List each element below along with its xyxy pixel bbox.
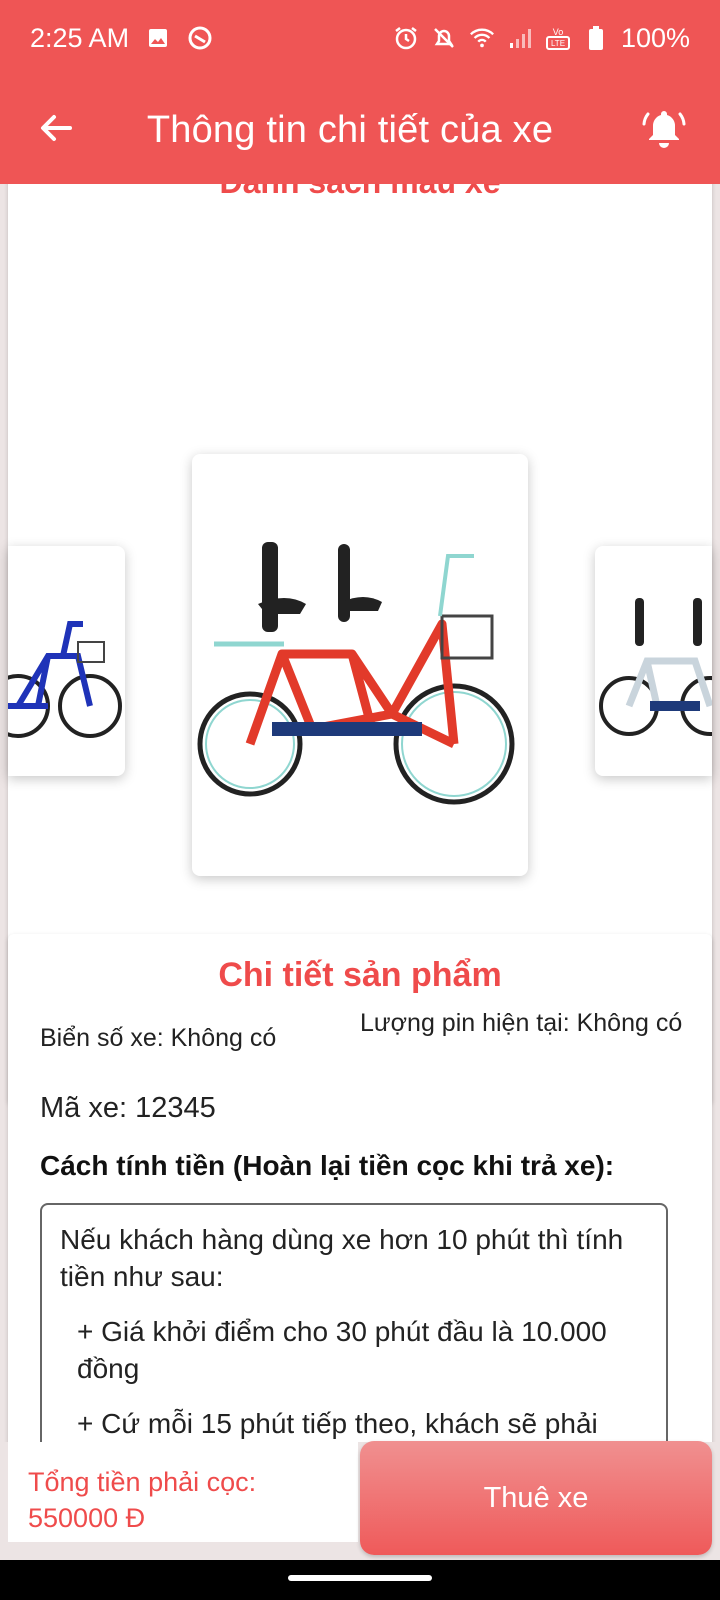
slide-blue-bicycle[interactable] (8, 546, 125, 776)
gallery-title: Danh sách mẫu xe (8, 184, 712, 201)
notification-button[interactable] (608, 76, 720, 184)
app-bar: Thông tin chi tiết của xe (0, 76, 720, 184)
status-time: 2:25 AM (30, 22, 130, 53)
deposit-label: Tổng tiền phải cọc: (28, 1467, 257, 1497)
page-title: Thông tin chi tiết của xe (146, 108, 554, 151)
image-icon (145, 25, 171, 51)
slide-red-tandem-bicycle[interactable] (192, 454, 528, 876)
pricing-description[interactable]: Nếu khách hàng dùng xe hơn 10 phút thì t… (40, 1203, 668, 1442)
product-detail-card: Chi tiết sản phẩm Biển số xe: Không có L… (8, 934, 712, 1442)
bell-off-icon (431, 25, 457, 51)
alarm-icon (393, 25, 419, 51)
pricing-rule: + Cứ mỗi 15 phút tiếp theo, khách sẽ phả… (77, 1408, 598, 1439)
rent-button[interactable]: Thuê xe (360, 1441, 712, 1555)
svg-text:LTE: LTE (551, 39, 565, 48)
battery-info: Lượng pin hiện tại: Không có (360, 1009, 683, 1037)
content-scroll[interactable]: Danh sách mẫu xe (0, 184, 720, 1442)
deposit-panel: Tổng tiền phải cọc: 550000 Đ (8, 1442, 358, 1542)
vehicle-code: Mã xe: 12345 (40, 1092, 216, 1124)
slide-white-tandem-bicycle[interactable] (595, 546, 712, 776)
volte-icon: Vo LTE (545, 25, 571, 51)
back-arrow-icon (38, 110, 74, 151)
system-nav-bar (0, 1560, 720, 1600)
detail-title: Chi tiết sản phẩm (218, 956, 502, 994)
wifi-icon (469, 25, 495, 51)
battery-level: 100% (620, 22, 690, 53)
plate-number: Biển số xe: Không có (40, 1024, 277, 1052)
deposit-value: 550000 Đ (28, 1503, 146, 1533)
battery-icon (583, 25, 609, 51)
pricing-rule: + Giá khởi điểm cho 30 phút đầu là 10.00… (77, 1316, 607, 1384)
signal-icon (507, 25, 533, 51)
home-handle[interactable] (288, 1575, 432, 1581)
bell-icon (642, 106, 686, 155)
do-not-disturb-icon (187, 25, 213, 51)
pricing-intro: Nếu khách hàng dùng xe hơn 10 phút thì t… (60, 1224, 624, 1292)
bottom-bar: Tổng tiền phải cọc: 550000 Đ Thuê xe (0, 1441, 720, 1555)
pricing-title: Cách tính tiền (Hoàn lại tiền cọc khi tr… (40, 1150, 615, 1181)
svg-text:Vo: Vo (553, 27, 564, 37)
status-bar: 2:25 AM Vo LTE 100% (0, 0, 720, 76)
